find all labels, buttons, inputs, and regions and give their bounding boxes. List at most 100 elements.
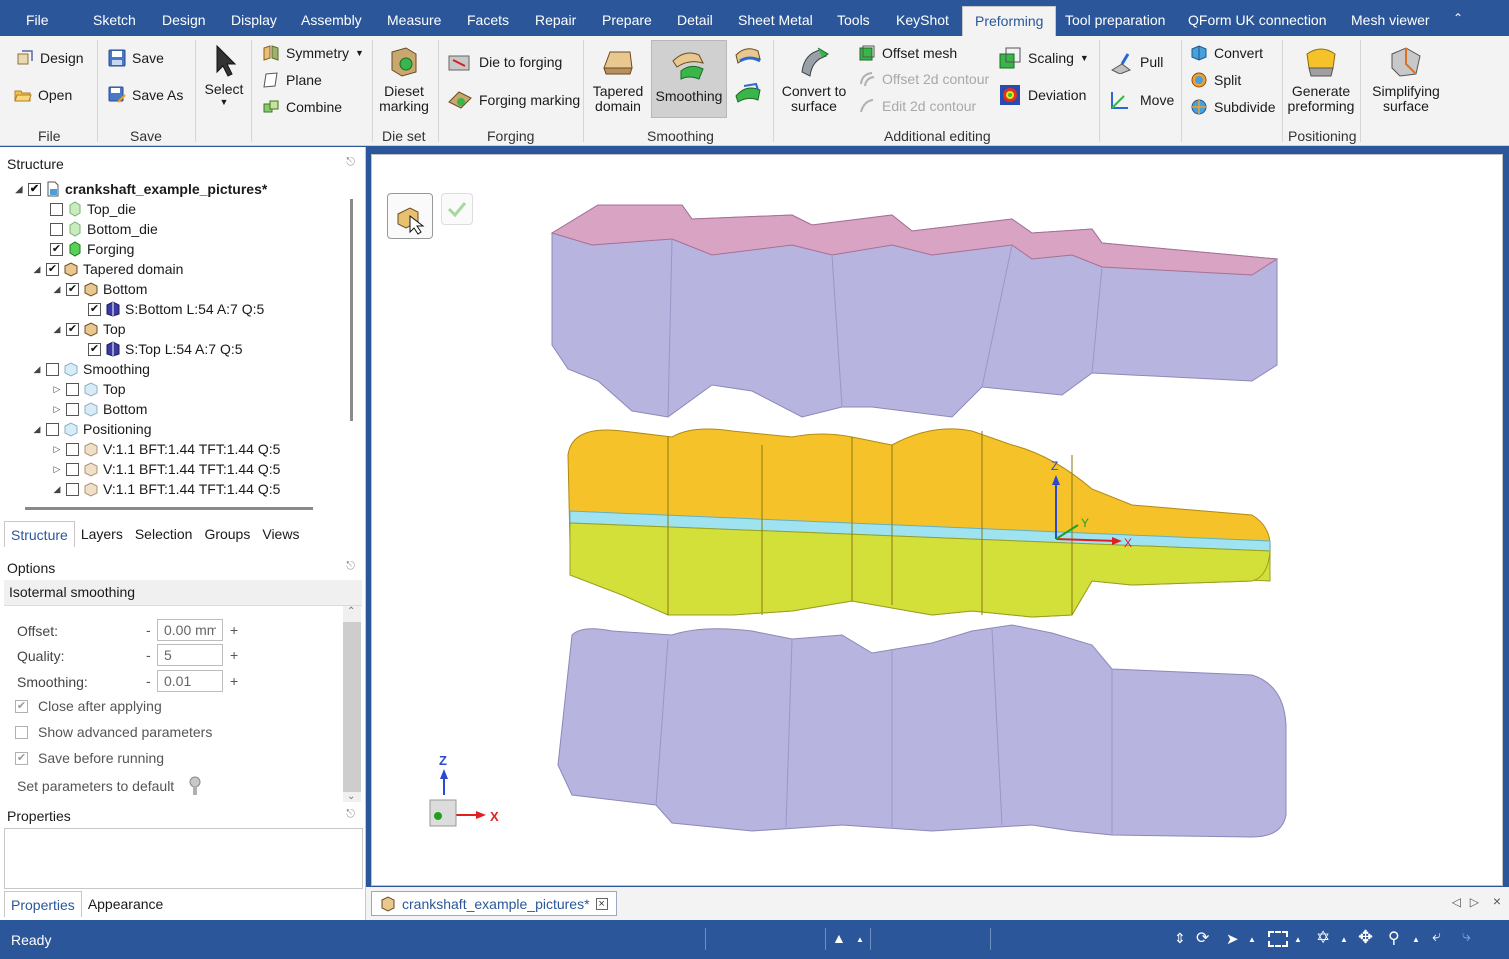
mountain-filter-icon[interactable]: ▲ — [832, 930, 846, 946]
menu-display[interactable]: Display — [219, 0, 289, 36]
tree-node-positioning-3[interactable]: ◢ V:1.1 BFT:1.44 TFT:1.44 Q:5 — [52, 479, 281, 499]
smoothing-extra-button-2[interactable] — [734, 81, 762, 105]
close-tab-icon[interactable]: × — [595, 897, 608, 910]
tree-checkbox[interactable] — [50, 202, 63, 216]
offset-2d-contour-button[interactable]: Offset 2d contour — [858, 67, 989, 91]
tree-node-tapered-top[interactable]: ◢ ✔ Top — [52, 319, 126, 339]
tree-checkbox[interactable] — [66, 402, 79, 416]
menu-measure[interactable]: Measure — [375, 0, 453, 36]
tab-selection[interactable]: Selection — [129, 521, 199, 547]
menu-sketch[interactable]: Sketch — [81, 0, 148, 36]
tree-checkbox[interactable] — [66, 382, 79, 396]
convert-button[interactable]: Convert — [1190, 41, 1263, 65]
scaling-dropdown-icon[interactable]: ▼ — [1080, 46, 1089, 70]
tree-node-positioning[interactable]: ◢ Positioning — [32, 419, 152, 439]
bottom-die-model[interactable] — [557, 624, 1287, 838]
close-document-icon[interactable]: × — [1493, 893, 1501, 909]
pin-icon[interactable]: ⎋ — [346, 560, 355, 573]
tapered-domain-button[interactable]: Tapered domain — [588, 44, 648, 114]
box-select-dropdown-icon[interactable]: ▲ — [1294, 935, 1302, 944]
tree-node-smoothing[interactable]: ◢ Smoothing — [32, 359, 150, 379]
menu-qform-uk-connection[interactable]: QForm UK connection — [1176, 0, 1339, 36]
collapse-arrow-icon[interactable]: ◢ — [32, 364, 42, 375]
pin-icon[interactable]: ⎋ — [346, 808, 355, 821]
pull-button[interactable]: Pull — [1108, 50, 1163, 74]
offset-mesh-button[interactable]: Offset mesh — [858, 41, 957, 65]
tree-node-smoothing-top[interactable]: ▷ Top — [52, 379, 126, 399]
forging-model[interactable] — [567, 428, 1271, 618]
tree-checkbox[interactable]: ✔ — [88, 302, 101, 316]
options-scroll-thumb[interactable] — [343, 622, 361, 792]
tree-node-smoothing-bottom[interactable]: ▷ Bottom — [52, 399, 148, 419]
expand-arrow-icon[interactable]: ▷ — [52, 464, 62, 475]
tree-checkbox[interactable] — [46, 422, 59, 436]
tree-node-top-die[interactable]: Top_die — [50, 199, 136, 219]
menu-detail[interactable]: Detail — [665, 0, 725, 36]
tree-checkbox[interactable]: ✔ — [66, 322, 79, 336]
scaling-button[interactable]: Scaling ▼ — [998, 46, 1089, 70]
collapse-arrow-icon[interactable]: ◢ — [32, 424, 42, 435]
expand-arrow-icon[interactable]: ▷ — [52, 404, 62, 415]
tree-checkbox[interactable]: ✔ — [28, 182, 41, 196]
rotate-icon[interactable]: ⟳ — [1196, 928, 1209, 948]
tree-node-tapered-bottom[interactable]: ◢ ✔ Bottom — [52, 279, 148, 299]
select-button[interactable]: Select ▼ — [203, 44, 245, 107]
tab-groups[interactable]: Groups — [198, 521, 256, 547]
tree-checkbox[interactable] — [66, 462, 79, 476]
expand-arrow-icon[interactable]: ▷ — [52, 444, 62, 455]
smoothing-extra-button-1[interactable] — [734, 44, 762, 68]
zoom-dropdown-icon[interactable]: ▲ — [1412, 935, 1420, 944]
menu-tools[interactable]: Tools — [825, 0, 882, 36]
menu-tool-preparation[interactable]: Tool preparation — [1053, 0, 1177, 36]
model-render[interactable]: Z X Y Z X — [372, 155, 1504, 887]
collapse-arrow-icon[interactable]: ◢ — [32, 264, 42, 275]
tab-properties[interactable]: Properties — [4, 891, 82, 917]
pan-icon[interactable]: ✥ — [1358, 927, 1373, 948]
select-cursor-icon[interactable]: ➤ — [1226, 930, 1239, 948]
menu-prepare[interactable]: Prepare — [590, 0, 664, 36]
offset-decrement[interactable]: - — [146, 622, 151, 638]
tab-prev-icon[interactable]: ◁ — [1452, 895, 1461, 909]
tree-node-tapered-domain[interactable]: ◢ ✔ Tapered domain — [32, 259, 184, 279]
dieset-marking-button[interactable]: Dieset marking — [377, 44, 431, 114]
tree-node-forging[interactable]: ✔ Forging — [50, 239, 134, 259]
redo-view-icon[interactable]: ⤷ — [1462, 928, 1471, 946]
tab-views[interactable]: Views — [256, 521, 305, 547]
symmetry-button[interactable]: Symmetry ▼ — [262, 41, 364, 65]
symmetry-dropdown-icon[interactable]: ▼ — [355, 41, 364, 65]
checkbox[interactable] — [15, 725, 28, 739]
tree-node-s-bottom[interactable]: ✔ S:Bottom L:54 A:7 Q:5 — [88, 299, 264, 319]
combine-button[interactable]: Combine — [262, 95, 342, 119]
collapse-arrow-icon[interactable]: ◢ — [14, 184, 24, 195]
updown-icon[interactable]: ⇕ — [1174, 930, 1186, 947]
tab-appearance[interactable]: Appearance — [82, 891, 170, 917]
move-button[interactable]: Move — [1108, 88, 1174, 112]
view-triad[interactable]: Z X — [429, 753, 499, 827]
menu-sheet-metal[interactable]: Sheet Metal — [726, 0, 825, 36]
expand-arrow-icon[interactable]: ▷ — [52, 384, 62, 395]
quality-input[interactable] — [157, 644, 223, 666]
menu-mesh-viewer[interactable]: Mesh viewer — [1339, 0, 1442, 36]
options-scrollbar[interactable]: ⌃ ⌄ — [343, 606, 361, 802]
quality-increment[interactable]: + — [230, 647, 238, 663]
tree-checkbox[interactable]: ✔ — [66, 282, 79, 296]
generate-preforming-button[interactable]: Generate preforming — [1285, 44, 1357, 114]
split-button[interactable]: Split — [1190, 68, 1241, 92]
filter-dropdown-icon[interactable]: ▲ — [856, 935, 864, 944]
offset-increment[interactable]: + — [230, 622, 238, 638]
smoothing-button[interactable]: Smoothing — [651, 40, 727, 118]
tree-checkbox[interactable]: ✔ — [88, 342, 101, 356]
orbit-icon[interactable]: ✡ — [1316, 928, 1330, 948]
tree-node-positioning-2[interactable]: ▷ V:1.1 BFT:1.44 TFT:1.44 Q:5 — [52, 459, 281, 479]
save-before-running-checkbox[interactable]: ✔ Save before running — [15, 750, 164, 766]
menu-repair[interactable]: Repair — [523, 0, 588, 36]
tree-checkbox[interactable] — [66, 442, 79, 456]
checkbox[interactable]: ✔ — [15, 751, 28, 765]
undo-view-icon[interactable]: ⤶ — [1432, 928, 1441, 946]
collapse-arrow-icon[interactable]: ◢ — [52, 324, 62, 335]
tab-structure[interactable]: Structure — [4, 521, 75, 547]
convert-to-surface-button[interactable]: Convert to surface — [779, 44, 849, 114]
offset-input[interactable] — [157, 619, 223, 641]
apply-check-button[interactable] — [441, 193, 473, 225]
deviation-button[interactable]: Deviation — [998, 83, 1086, 107]
